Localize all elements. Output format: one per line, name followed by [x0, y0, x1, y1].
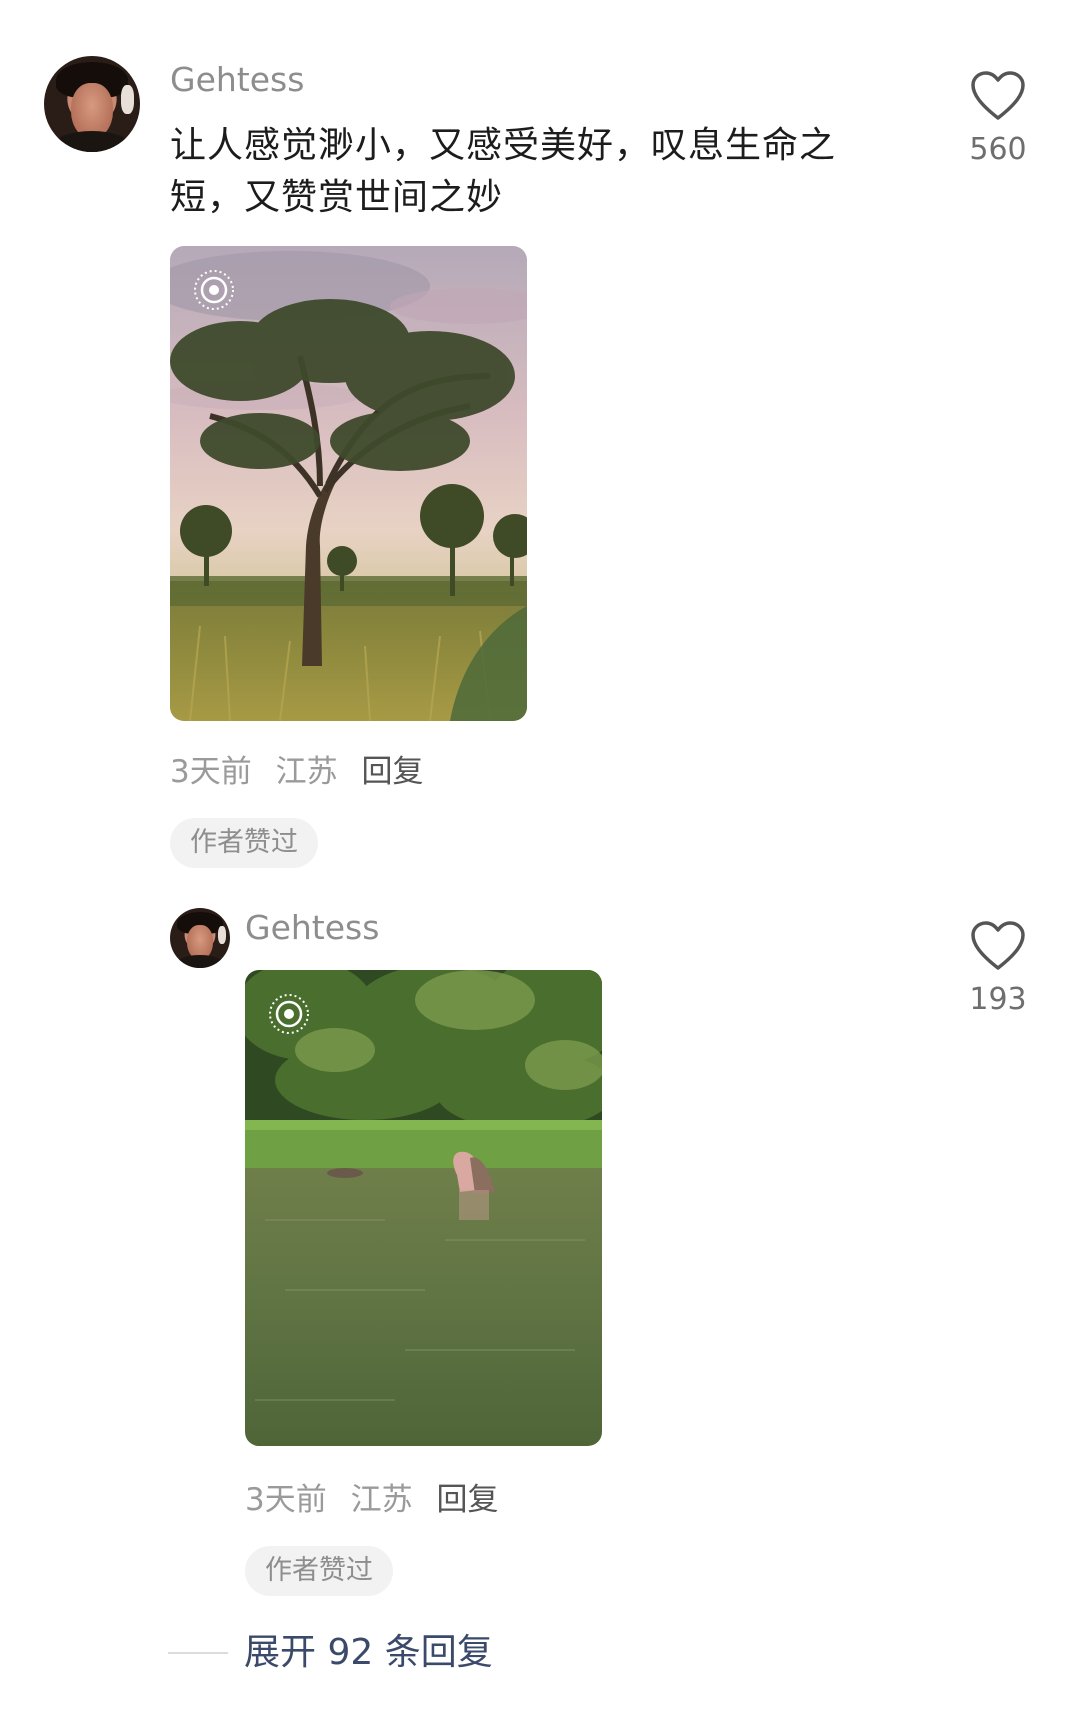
heart-icon	[971, 921, 1025, 970]
comment-time: 3天前	[170, 754, 252, 790]
reply-button[interactable]: 回复	[436, 1482, 498, 1518]
comment-image-hippo[interactable]	[245, 970, 602, 1446]
comment-username[interactable]: Gehtess	[170, 60, 304, 100]
like-button[interactable]: 560	[958, 70, 1038, 168]
reply-meta: 3天前 江苏 回复	[245, 1480, 512, 1520]
comment-image-savanna[interactable]	[170, 246, 527, 721]
avatar[interactable]	[44, 56, 140, 152]
expand-replies-button[interactable]: 展开 92 条回复	[168, 1628, 493, 1678]
reply-time: 3天前	[245, 1482, 327, 1518]
like-count: 560	[969, 132, 1027, 167]
live-photo-icon	[194, 270, 234, 310]
author-liked-tag: 作者赞过	[245, 1546, 393, 1596]
expand-replies-label[interactable]: 展开 92 条回复	[244, 1628, 493, 1678]
reply-location: 江苏	[350, 1482, 413, 1518]
reply-button[interactable]: 回复	[361, 754, 423, 790]
reply-username[interactable]: Gehtess	[245, 908, 379, 948]
avatar[interactable]	[170, 908, 230, 968]
author-liked-tag: 作者赞过	[170, 818, 318, 868]
savanna-tree-photo	[170, 246, 527, 721]
live-photo-icon	[269, 994, 309, 1034]
hippo-river-photo	[245, 970, 602, 1446]
divider-line	[168, 1652, 228, 1654]
like-count: 193	[969, 982, 1027, 1017]
comment-meta: 3天前 江苏 回复	[170, 752, 437, 792]
like-button[interactable]: 193	[958, 920, 1038, 1018]
heart-icon	[971, 71, 1025, 120]
comment-text: 让人感觉渺小，又感受美好，叹息生命之短，又赞赏世间之妙	[170, 125, 837, 218]
comment-location: 江苏	[275, 754, 338, 790]
comment-thread: Gehtess 让人感觉渺小，又感受美好，叹息生命之短，又赞赏世间之妙 560	[0, 0, 1080, 1709]
